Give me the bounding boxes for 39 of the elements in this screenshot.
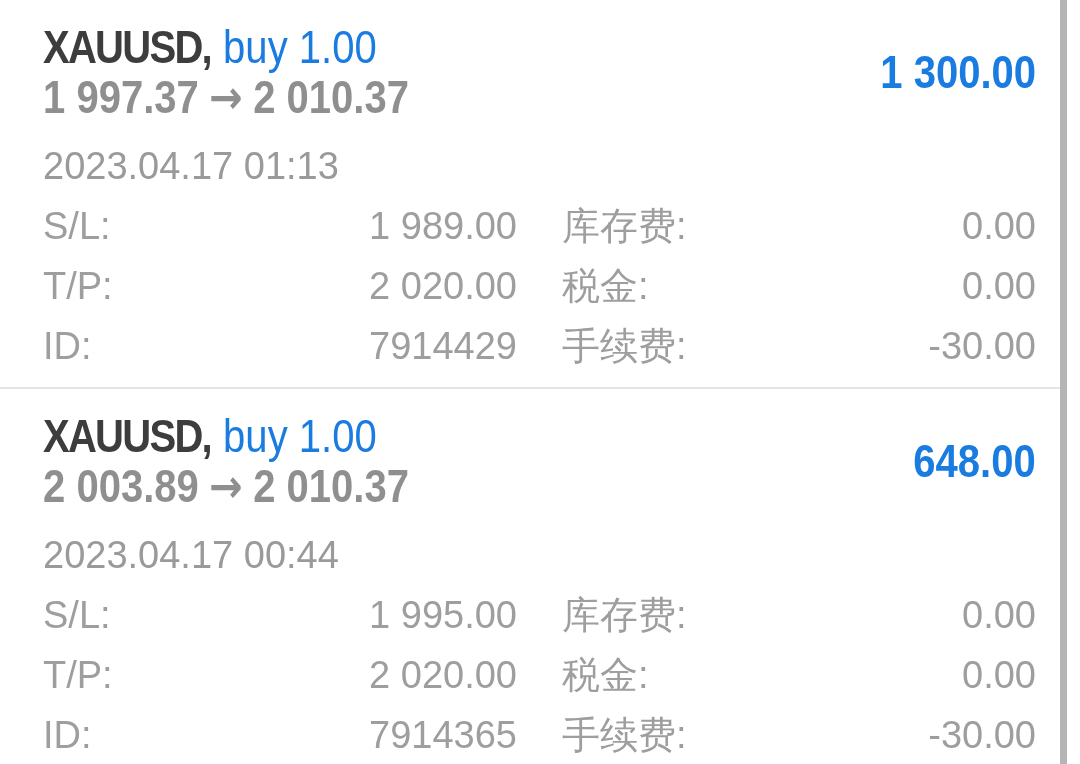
detail-label: T/P: <box>43 653 113 698</box>
order-text: buy 1.00 <box>223 22 377 72</box>
detail-value: 0.00 <box>962 264 1036 309</box>
detail-value: 0.00 <box>962 204 1036 249</box>
detail-value: -30.00 <box>928 324 1036 369</box>
arrow-icon: → <box>209 461 243 511</box>
detail-label: S/L: <box>43 204 111 249</box>
detail-label: S/L: <box>43 593 111 638</box>
detail-value: 2 020.00 <box>369 264 517 309</box>
open-price-text: 1 997.37 <box>43 72 199 122</box>
detail-label: 库存费: <box>562 593 687 638</box>
detail-label: 手续费: <box>562 713 687 758</box>
open-price-text: 2 003.89 <box>43 461 199 511</box>
detail-value: 7914429 <box>369 324 517 369</box>
open-time-text: 2023.04.17 00:44 <box>43 533 339 577</box>
detail-label: 税金: <box>562 264 649 309</box>
symbol-text: XAUUSD, <box>43 411 211 461</box>
current-price-text: 2 010.37 <box>253 461 409 511</box>
current-price-text: 2 010.37 <box>253 72 409 122</box>
profit-value: 648.00 <box>913 436 1036 486</box>
scrollbar-thumb[interactable] <box>1060 0 1067 764</box>
detail-label: ID: <box>43 713 92 758</box>
detail-value: -30.00 <box>928 713 1036 758</box>
detail-value: 7914365 <box>369 713 517 758</box>
detail-value: 0.00 <box>962 653 1036 698</box>
order-text: buy 1.00 <box>223 411 377 461</box>
detail-value: 0.00 <box>962 593 1036 638</box>
arrow-icon: → <box>209 72 243 122</box>
detail-label: 库存费: <box>562 204 687 249</box>
detail-value: 1 989.00 <box>369 204 517 249</box>
open-time-text: 2023.04.17 01:13 <box>43 144 339 188</box>
symbol-text: XAUUSD, <box>43 22 211 72</box>
detail-label: 税金: <box>562 653 649 698</box>
detail-label: 手续费: <box>562 324 687 369</box>
detail-label: ID: <box>43 324 92 369</box>
profit-value: 1 300.00 <box>880 47 1036 97</box>
detail-label: T/P: <box>43 264 113 309</box>
detail-value: 1 995.00 <box>369 593 517 638</box>
detail-value: 2 020.00 <box>369 653 517 698</box>
